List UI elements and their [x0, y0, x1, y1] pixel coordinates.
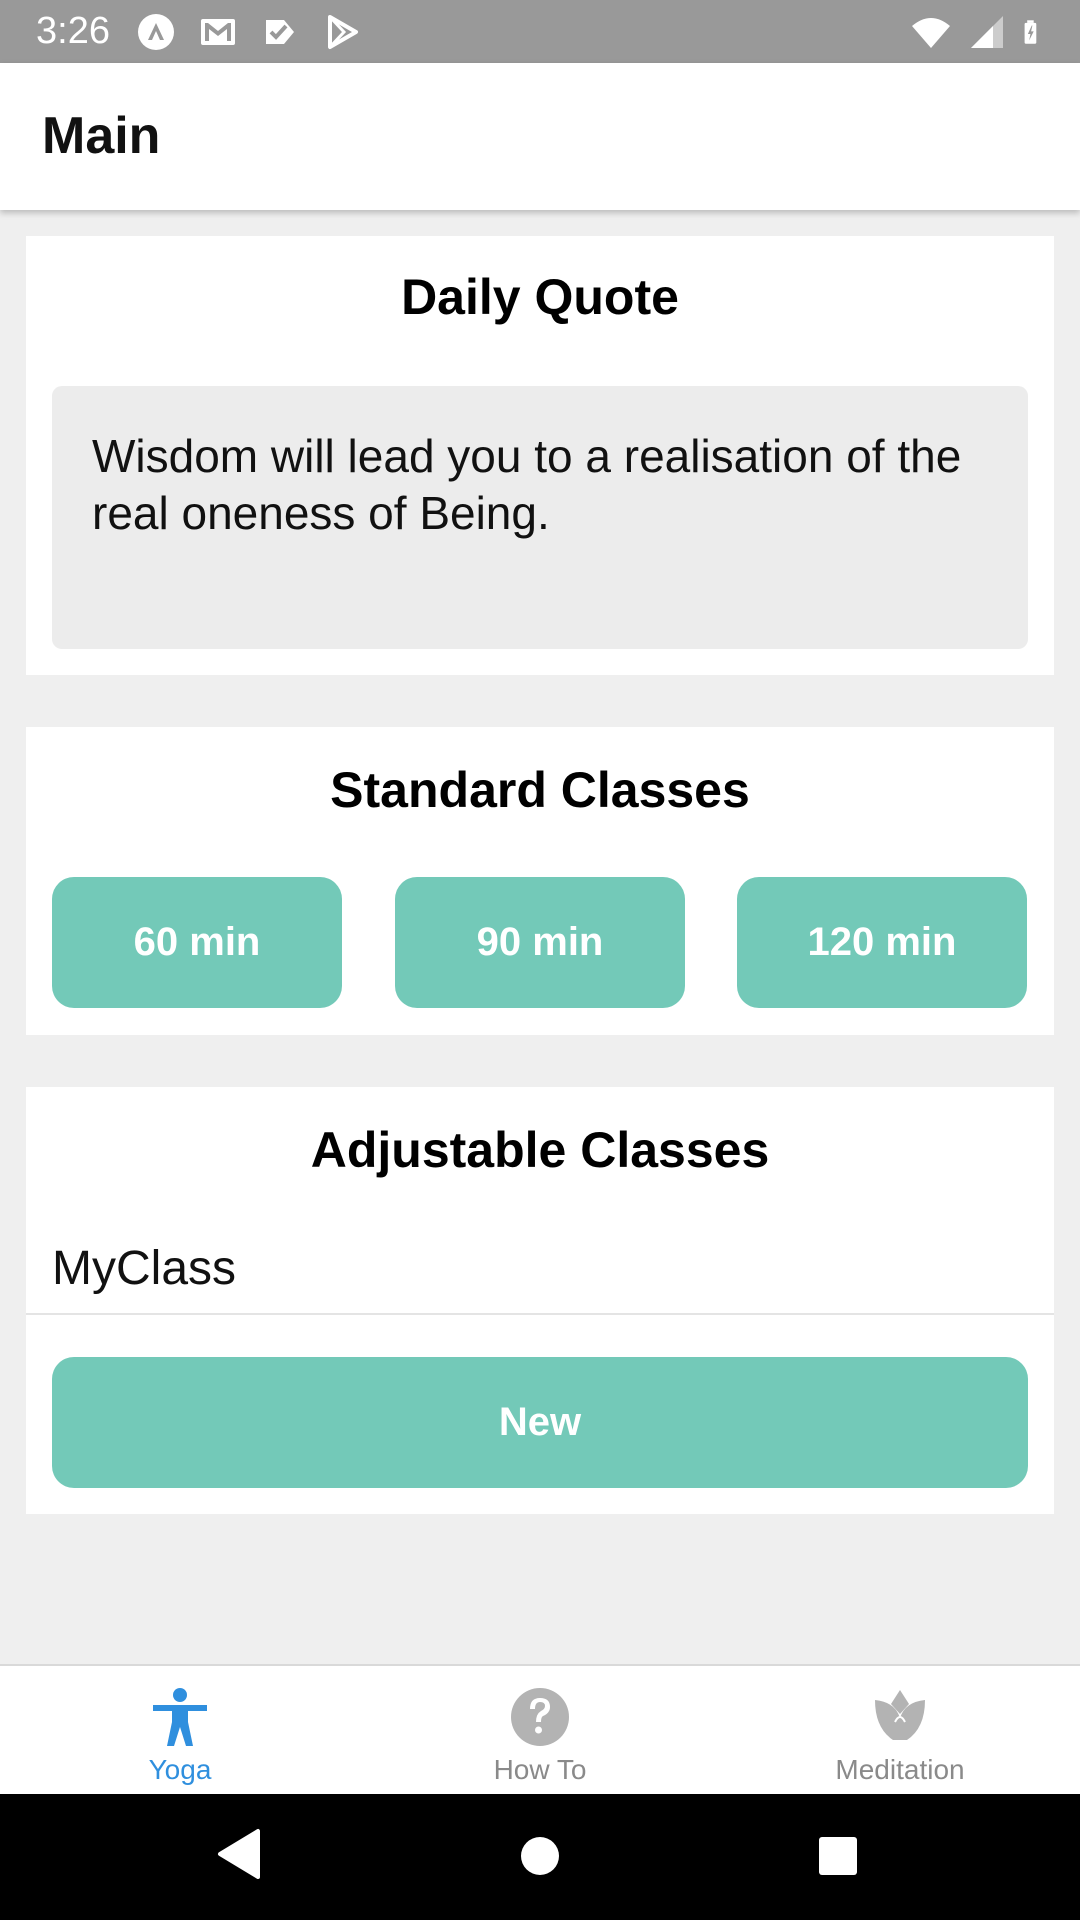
- status-time: 3:26: [36, 10, 110, 52]
- tab-meditation-label: Meditation: [835, 1754, 965, 1785]
- cell-signal-icon: [971, 16, 1003, 48]
- system-navigation-bar: [0, 1794, 1080, 1920]
- page-title: Main: [42, 107, 161, 165]
- lotus-icon: [875, 1690, 925, 1740]
- app-bar: Main: [0, 63, 1080, 210]
- daily-quote-card: Daily Quote Wisdom will lead you to a re…: [26, 236, 1054, 675]
- help-circle-icon: [511, 1688, 569, 1746]
- tab-yoga-label: Yoga: [148, 1754, 212, 1785]
- tab-how-to-label: How To: [493, 1754, 587, 1785]
- play-store-icon: [328, 15, 358, 49]
- gmail-icon: [201, 19, 235, 45]
- class-120-min-button[interactable]: 120 min: [737, 877, 1027, 1008]
- wifi-icon: [912, 18, 950, 48]
- tab-yoga[interactable]: Yoga: [0, 1666, 360, 1796]
- home-icon[interactable]: [519, 1835, 561, 1877]
- tab-how-to[interactable]: How To: [360, 1666, 720, 1796]
- check-notification-icon: [266, 20, 294, 44]
- daily-quote-title: Daily Quote: [401, 269, 679, 325]
- person-icon: [153, 1688, 207, 1746]
- quote-box: Wisdom will lead you to a realisation of…: [52, 386, 1028, 649]
- adjustable-classes-title: Adjustable Classes: [310, 1122, 770, 1178]
- status-system-icons: [910, 12, 1048, 52]
- back-icon[interactable]: [216, 1827, 262, 1881]
- status-notification-icons: [135, 12, 363, 52]
- standard-classes-title: Standard Classes: [330, 762, 750, 818]
- recents-icon[interactable]: [817, 1835, 859, 1877]
- list-item-label: MyClass: [52, 1242, 237, 1295]
- tab-meditation[interactable]: Meditation: [720, 1666, 1080, 1796]
- adjustable-classes-card: Adjustable Classes MyClass New: [26, 1087, 1054, 1514]
- battery-icon: [1024, 20, 1037, 44]
- bottom-navigation: Yoga How To Meditation: [0, 1664, 1080, 1794]
- class-90-min-button[interactable]: 90 min: [395, 877, 685, 1008]
- status-bar: 3:26: [0, 0, 1080, 63]
- quote-text: Wisdom will lead you to a realisation of…: [92, 430, 962, 539]
- app-notification-icon: [138, 14, 174, 50]
- list-item-myclass[interactable]: MyClass: [26, 1223, 1054, 1315]
- class-60-min-button[interactable]: 60 min: [52, 877, 342, 1008]
- standard-classes-card: Standard Classes 60 min 90 min 120 min: [26, 727, 1054, 1035]
- new-class-button[interactable]: New: [52, 1357, 1028, 1488]
